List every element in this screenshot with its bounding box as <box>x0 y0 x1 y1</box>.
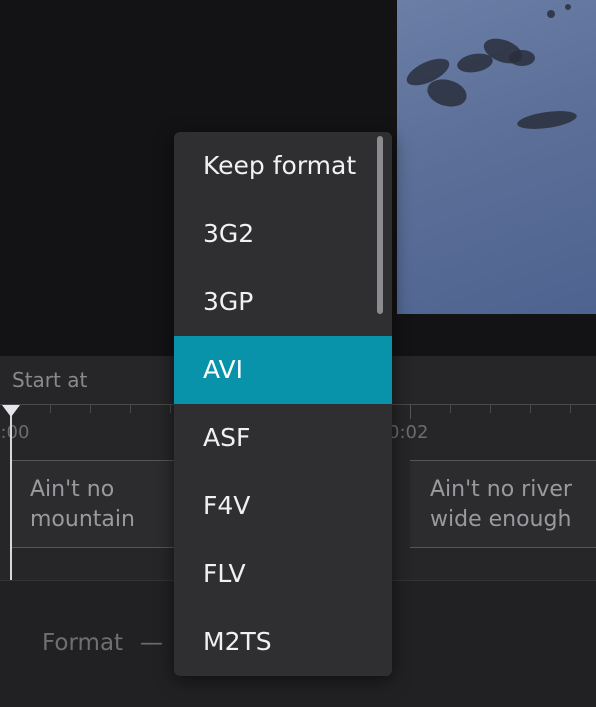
ruler-tick <box>90 405 91 413</box>
format-label: Format <box>42 630 124 656</box>
time-label-start: 0:00 <box>0 422 30 443</box>
playhead[interactable] <box>10 412 12 580</box>
video-frame-detail <box>516 107 578 133</box>
video-frame-detail <box>547 10 555 18</box>
dropdown-scrollbar[interactable] <box>377 136 383 314</box>
ruler-tick <box>490 405 491 413</box>
start-at-label: Start at <box>12 368 88 392</box>
format-dropdown-menu[interactable]: Keep format 3G2 3GP AVI ASF F4V FLV M2TS <box>174 132 392 676</box>
ruler-tick <box>130 405 131 413</box>
format-option[interactable]: F4V <box>174 472 392 540</box>
ruler-tick <box>410 405 411 419</box>
video-thumbnail <box>397 0 596 314</box>
ruler-tick <box>450 405 451 413</box>
ruler-tick <box>530 405 531 413</box>
playhead-handle[interactable] <box>2 405 20 417</box>
subtitle-clip[interactable]: Ain't no mountain <box>10 460 176 548</box>
format-option[interactable]: ASF <box>174 404 392 472</box>
format-option[interactable]: 3G2 <box>174 200 392 268</box>
format-separator: — <box>140 630 163 656</box>
format-option[interactable]: Keep format <box>174 132 392 200</box>
subtitle-clip[interactable]: Ain't no river wide enough <box>410 460 596 548</box>
ruler-tick <box>50 405 51 413</box>
time-label-2s: 0:02 <box>388 422 429 443</box>
format-option-selected[interactable]: AVI <box>174 336 392 404</box>
video-frame-detail <box>565 4 571 10</box>
format-option[interactable]: FLV <box>174 540 392 608</box>
ruler-tick <box>170 405 171 413</box>
ruler-tick <box>570 405 571 413</box>
format-option[interactable]: M2TS <box>174 608 392 676</box>
format-option[interactable]: 3GP <box>174 268 392 336</box>
video-frame-detail <box>509 50 535 66</box>
